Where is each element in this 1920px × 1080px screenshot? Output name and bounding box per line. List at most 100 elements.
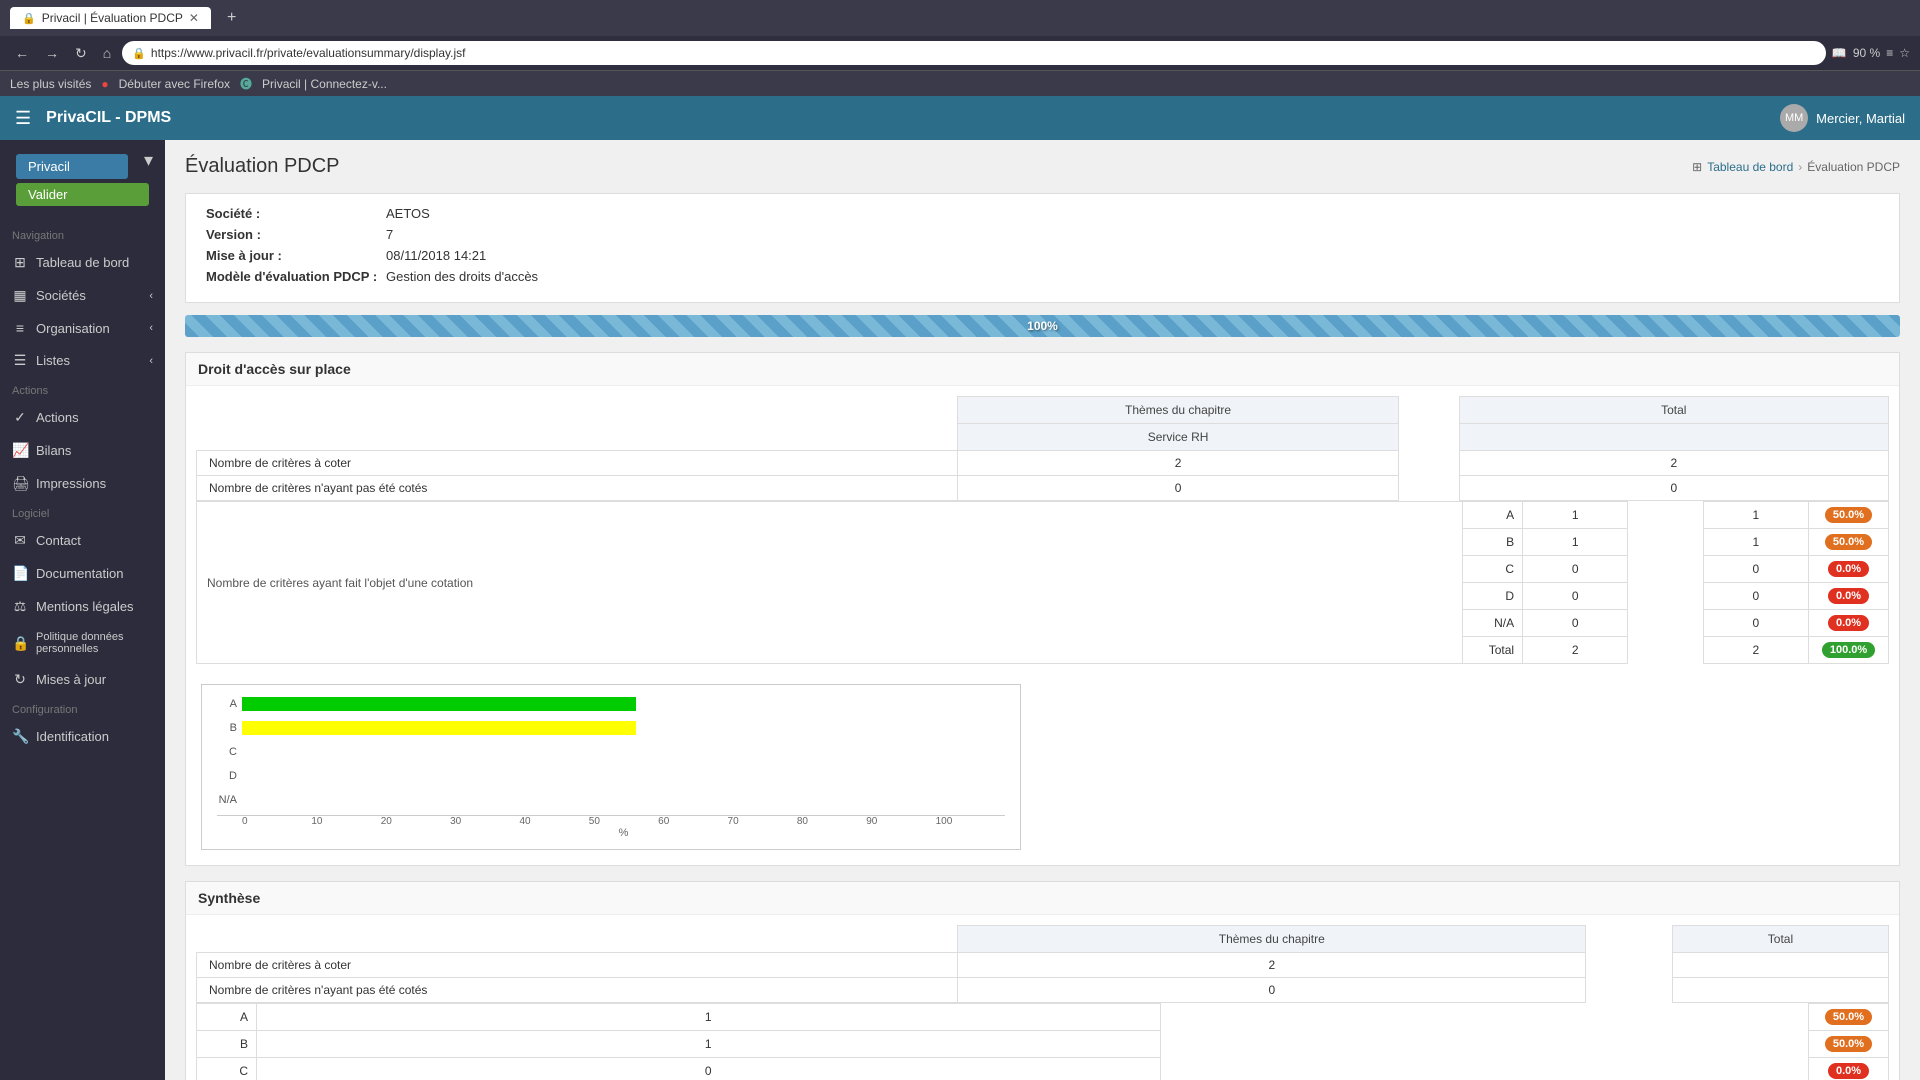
sidebar-item-tableau[interactable]: ⊞ Tableau de bord: [0, 246, 165, 279]
service-cell: 0: [1523, 556, 1628, 583]
total-cell: 0: [1703, 583, 1808, 610]
logiciel-section-label: Logiciel: [0, 500, 165, 524]
s2-letter-cell: B: [197, 1031, 257, 1058]
section1-box: Droit d'accès sur place Thèmes du chapit…: [185, 352, 1900, 866]
sidebar-item-doc[interactable]: 📄 Documentation: [0, 557, 165, 590]
bookmark-privacil[interactable]: Privacil | Connectez-v...: [262, 77, 387, 91]
criteria-total: 2: [1459, 451, 1888, 476]
back-btn[interactable]: ←: [10, 43, 34, 63]
bookmark-btn[interactable]: ☆: [1899, 46, 1910, 60]
sidebar-item-listes[interactable]: ☰ Listes ‹: [0, 344, 165, 377]
cotation-row-a: Nombre de critères ayant fait l'objet d'…: [197, 502, 1889, 529]
new-tab-btn[interactable]: +: [219, 9, 244, 27]
info-section: Société : AETOS Version : 7 Mise à jour …: [185, 193, 1900, 303]
bookmarks-bar: Les plus visités ● Débuter avec Firefox …: [0, 70, 1920, 96]
sidebar-item-politique[interactable]: 🔒 Politique données personnelles: [0, 623, 165, 663]
sidebar-item-mises[interactable]: ↻ Mises à jour: [0, 663, 165, 696]
progress-container: 100%: [185, 315, 1900, 337]
contact-icon: ✉: [12, 532, 28, 549]
listes-icon: ☰: [12, 352, 28, 369]
badge-cell: 50.0%: [1809, 529, 1889, 556]
not-rated-label: Nombre de critères n'ayant pas été cotés: [197, 476, 958, 501]
user-name: Mercier, Martial: [1816, 111, 1905, 126]
info-update: Mise à jour : 08/11/2018 14:21: [206, 248, 1879, 263]
sidebar-label-identification: Identification: [36, 729, 109, 744]
app-title: PrivaCIL - DPMS: [46, 109, 171, 127]
info-societe: Société : AETOS: [206, 206, 1879, 221]
page-title: Évaluation PDCP: [185, 155, 340, 178]
s2-badge-cell: 50.0%: [1809, 1031, 1889, 1058]
s2-badge-cell: 50.0%: [1809, 1004, 1889, 1031]
sidebar-item-actions[interactable]: ✓ Actions: [0, 401, 165, 434]
percentage-badge: 0.0%: [1828, 615, 1869, 631]
validate-btn[interactable]: Valider: [16, 183, 149, 206]
org-arrow: ‹: [149, 322, 153, 334]
privacil-btn[interactable]: Privacil: [16, 154, 128, 179]
badge-cell: 0.0%: [1809, 610, 1889, 637]
update-label: Mise à jour :: [206, 248, 386, 263]
total-cell: 1: [1703, 529, 1808, 556]
breadcrumb-home[interactable]: Tableau de bord: [1707, 160, 1793, 174]
s2-criteria-service: 2: [958, 953, 1586, 978]
tab-title: Privacil | Évaluation PDCP: [42, 11, 183, 25]
zoom-level: 90 %: [1853, 46, 1880, 60]
total-cell: 0: [1703, 556, 1808, 583]
s2-percentage-badge: 0.0%: [1828, 1063, 1869, 1079]
service-cell: 0: [1523, 610, 1628, 637]
reload-btn[interactable]: ↻: [70, 43, 92, 64]
active-tab[interactable]: 🔒 Privacil | Évaluation PDCP ✕: [10, 7, 211, 29]
section1-table: Thèmes du chapitre Total Service RH: [196, 396, 1889, 501]
dashboard-icon: ⊞: [12, 254, 28, 271]
s2-total-header: Total: [1672, 926, 1888, 953]
bookmark-visited[interactable]: Les plus visités: [10, 77, 91, 91]
address-bar[interactable]: 🔒 https://www.privacil.fr/private/evalua…: [122, 41, 1826, 65]
societe-value: AETOS: [386, 206, 430, 221]
s2-criteria-total: [1672, 953, 1888, 978]
s2-service-cell: 1: [257, 1031, 1161, 1058]
menu-btn[interactable]: ≡: [1886, 46, 1893, 60]
version-value: 7: [386, 227, 393, 242]
reader-btn[interactable]: 📖: [1832, 46, 1847, 60]
sidebar-dropdown-icon[interactable]: ▾: [140, 146, 157, 183]
sidebar-item-identification[interactable]: 🔧 Identification: [0, 720, 165, 753]
s2-letter-cell: C: [197, 1058, 257, 1080]
mentions-icon: ⚖: [12, 598, 28, 615]
progress-bar: 100%: [185, 315, 1900, 337]
page-header: Évaluation PDCP ⊞ Tableau de bord › Éval…: [185, 155, 1900, 178]
sidebar-item-societes[interactable]: ▦ Sociétés ‹: [0, 279, 165, 312]
sidebar-item-bilans[interactable]: 📈 Bilans: [0, 434, 165, 467]
chart-row-b: B: [217, 719, 1005, 737]
total-cell: 0: [1703, 610, 1808, 637]
politique-icon: 🔒: [12, 635, 28, 652]
sidebar-label-mentions: Mentions légales: [36, 599, 134, 614]
service-cell: 1: [1523, 502, 1628, 529]
breadcrumb-sep: ›: [1798, 160, 1802, 174]
home-btn[interactable]: ⌂: [98, 43, 116, 63]
s2-cotation-row-b: B1 50.0%: [197, 1031, 1889, 1058]
lock-icon: 🔒: [132, 47, 146, 60]
s2-not-rated-row: Nombre de critères n'ayant pas été cotés…: [197, 978, 1889, 1003]
browser-extra-controls: 📖 90 % ≡ ☆: [1832, 46, 1910, 60]
listes-arrow: ‹: [149, 355, 153, 367]
top-bar-left: ☰ PrivaCIL - DPMS: [15, 108, 171, 129]
sidebar-item-contact[interactable]: ✉ Contact: [0, 524, 165, 557]
main-layout: Privacil ▾ Valider Navigation ⊞ Tableau …: [0, 140, 1920, 1080]
service-subheader: Service RH: [958, 424, 1398, 451]
navigation-section-label: Navigation: [0, 222, 165, 246]
tab-close-btn[interactable]: ✕: [189, 11, 199, 25]
s2-letter-cell: A: [197, 1004, 257, 1031]
sidebar-item-organisation[interactable]: ≡ Organisation ‹: [0, 312, 165, 344]
actions-section-label: Actions: [0, 377, 165, 401]
cotation-table: Nombre de critères ayant fait l'objet d'…: [196, 501, 1889, 664]
model-label: Modèle d'évaluation PDCP :: [206, 269, 386, 284]
forward-btn[interactable]: →: [40, 43, 64, 63]
sidebar-item-mentions[interactable]: ⚖ Mentions légales: [0, 590, 165, 623]
info-version: Version : 7: [206, 227, 1879, 242]
badge-cell: 0.0%: [1809, 583, 1889, 610]
chart-x-label: %: [217, 827, 1005, 839]
sidebar-item-impressions[interactable]: 🖨 Impressions: [0, 467, 165, 500]
bookmark-firefox[interactable]: Débuter avec Firefox: [119, 77, 230, 91]
hamburger-menu[interactable]: ☰: [15, 108, 31, 129]
identification-icon: 🔧: [12, 728, 28, 745]
total-subheader: [1459, 424, 1888, 451]
